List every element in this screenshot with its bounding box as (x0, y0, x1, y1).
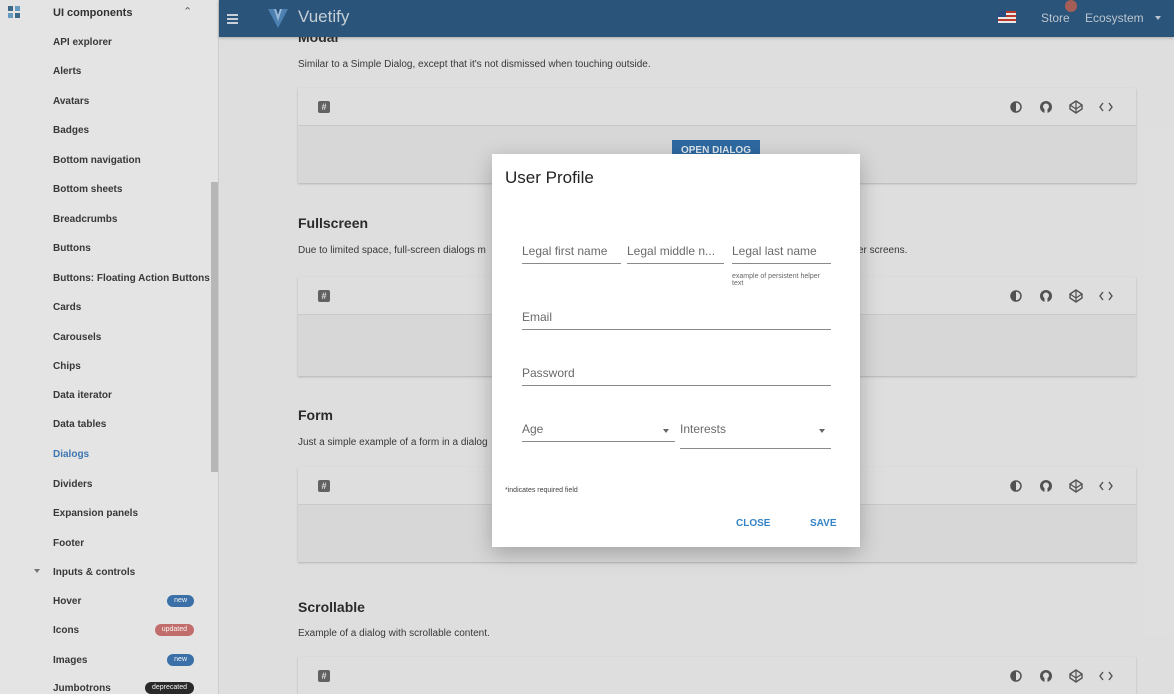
dialog-title: User Profile (505, 168, 594, 187)
user-profile-dialog: User Profile Legal first name Legal midd… (492, 154, 860, 547)
last-name-label: Legal last name (732, 244, 817, 258)
last-name-field[interactable]: Legal last name (732, 244, 831, 264)
dropdown-caret-icon (819, 429, 825, 433)
required-field-note: *indicates required field (505, 487, 578, 494)
email-field[interactable]: Email (522, 310, 831, 330)
password-label: Password (522, 366, 575, 380)
first-name-label: Legal first name (522, 244, 608, 258)
dropdown-caret-icon (663, 429, 669, 433)
age-label: Age (522, 422, 544, 436)
first-name-field[interactable]: Legal first name (522, 244, 621, 264)
interests-select[interactable]: Interests (680, 422, 831, 449)
age-select[interactable]: Age (522, 422, 675, 442)
middle-name-field[interactable]: Legal middle n... (627, 244, 724, 264)
email-label: Email (522, 310, 553, 324)
last-name-helper-text: example of persistent helper text (732, 273, 820, 287)
save-button[interactable]: SAVE (810, 518, 837, 529)
password-field[interactable]: Password (522, 366, 831, 386)
middle-name-label: Legal middle n... (627, 244, 716, 258)
close-button[interactable]: CLOSE (736, 518, 770, 529)
interests-label: Interests (680, 422, 727, 436)
